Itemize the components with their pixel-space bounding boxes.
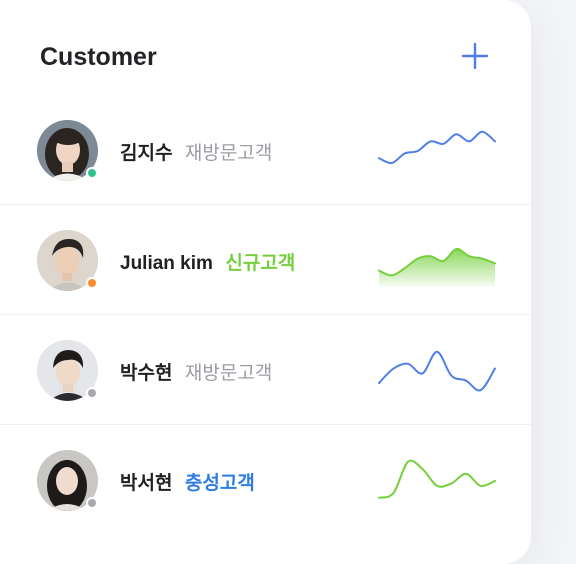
trend-sparkline [378,350,496,392]
customer-row[interactable]: Julian kim 신규고객 [0,205,531,315]
customer-name-line: 박서현 충성고객 [120,468,255,495]
customer-row[interactable]: 박서현 충성고객 [0,425,531,535]
customer-name-line: Julian kim 신규고객 [120,248,295,275]
status-offline-dot [86,387,98,399]
customer-name-line: 김지수 재방문고객 [120,138,272,165]
customer-card: Customer 김지수 재방문고객 Julian kim 신규고객 박수현 재… [0,0,531,564]
customer-tag: 충성고객 [184,473,255,494]
customer-tag: 신규고객 [225,253,296,274]
trend-sparkline [378,130,496,165]
trend-sparkline [378,247,496,287]
status-online-dot [86,167,98,179]
card-header: Customer [40,38,491,78]
customer-name: 박수현 [120,363,173,384]
customer-name: Julian kim [120,253,213,274]
avatar[interactable] [37,450,98,511]
add-customer-button[interactable] [461,42,489,70]
plus-icon [461,42,489,70]
customer-name: 김지수 [120,143,173,164]
avatar[interactable] [37,340,98,401]
trend-area [379,248,495,287]
trend-line [378,350,496,392]
trend-line [378,459,496,499]
customer-row[interactable]: 김지수 재방문고객 [0,95,531,205]
customer-tag: 재방문고객 [184,363,273,384]
customer-tag: 재방문고객 [184,143,273,164]
status-away-dot [86,277,98,289]
trend-sparkline [378,459,496,499]
customer-name: 박서현 [120,473,173,494]
status-offline-dot [86,497,98,509]
avatar[interactable] [37,230,98,291]
customer-name-line: 박수현 재방문고객 [120,358,272,385]
customer-list: 김지수 재방문고객 Julian kim 신규고객 박수현 재방문고객 박서현 … [0,95,531,535]
card-title: Customer [40,43,157,71]
avatar[interactable] [37,120,98,181]
customer-row[interactable]: 박수현 재방문고객 [0,315,531,425]
trend-line [378,130,496,165]
